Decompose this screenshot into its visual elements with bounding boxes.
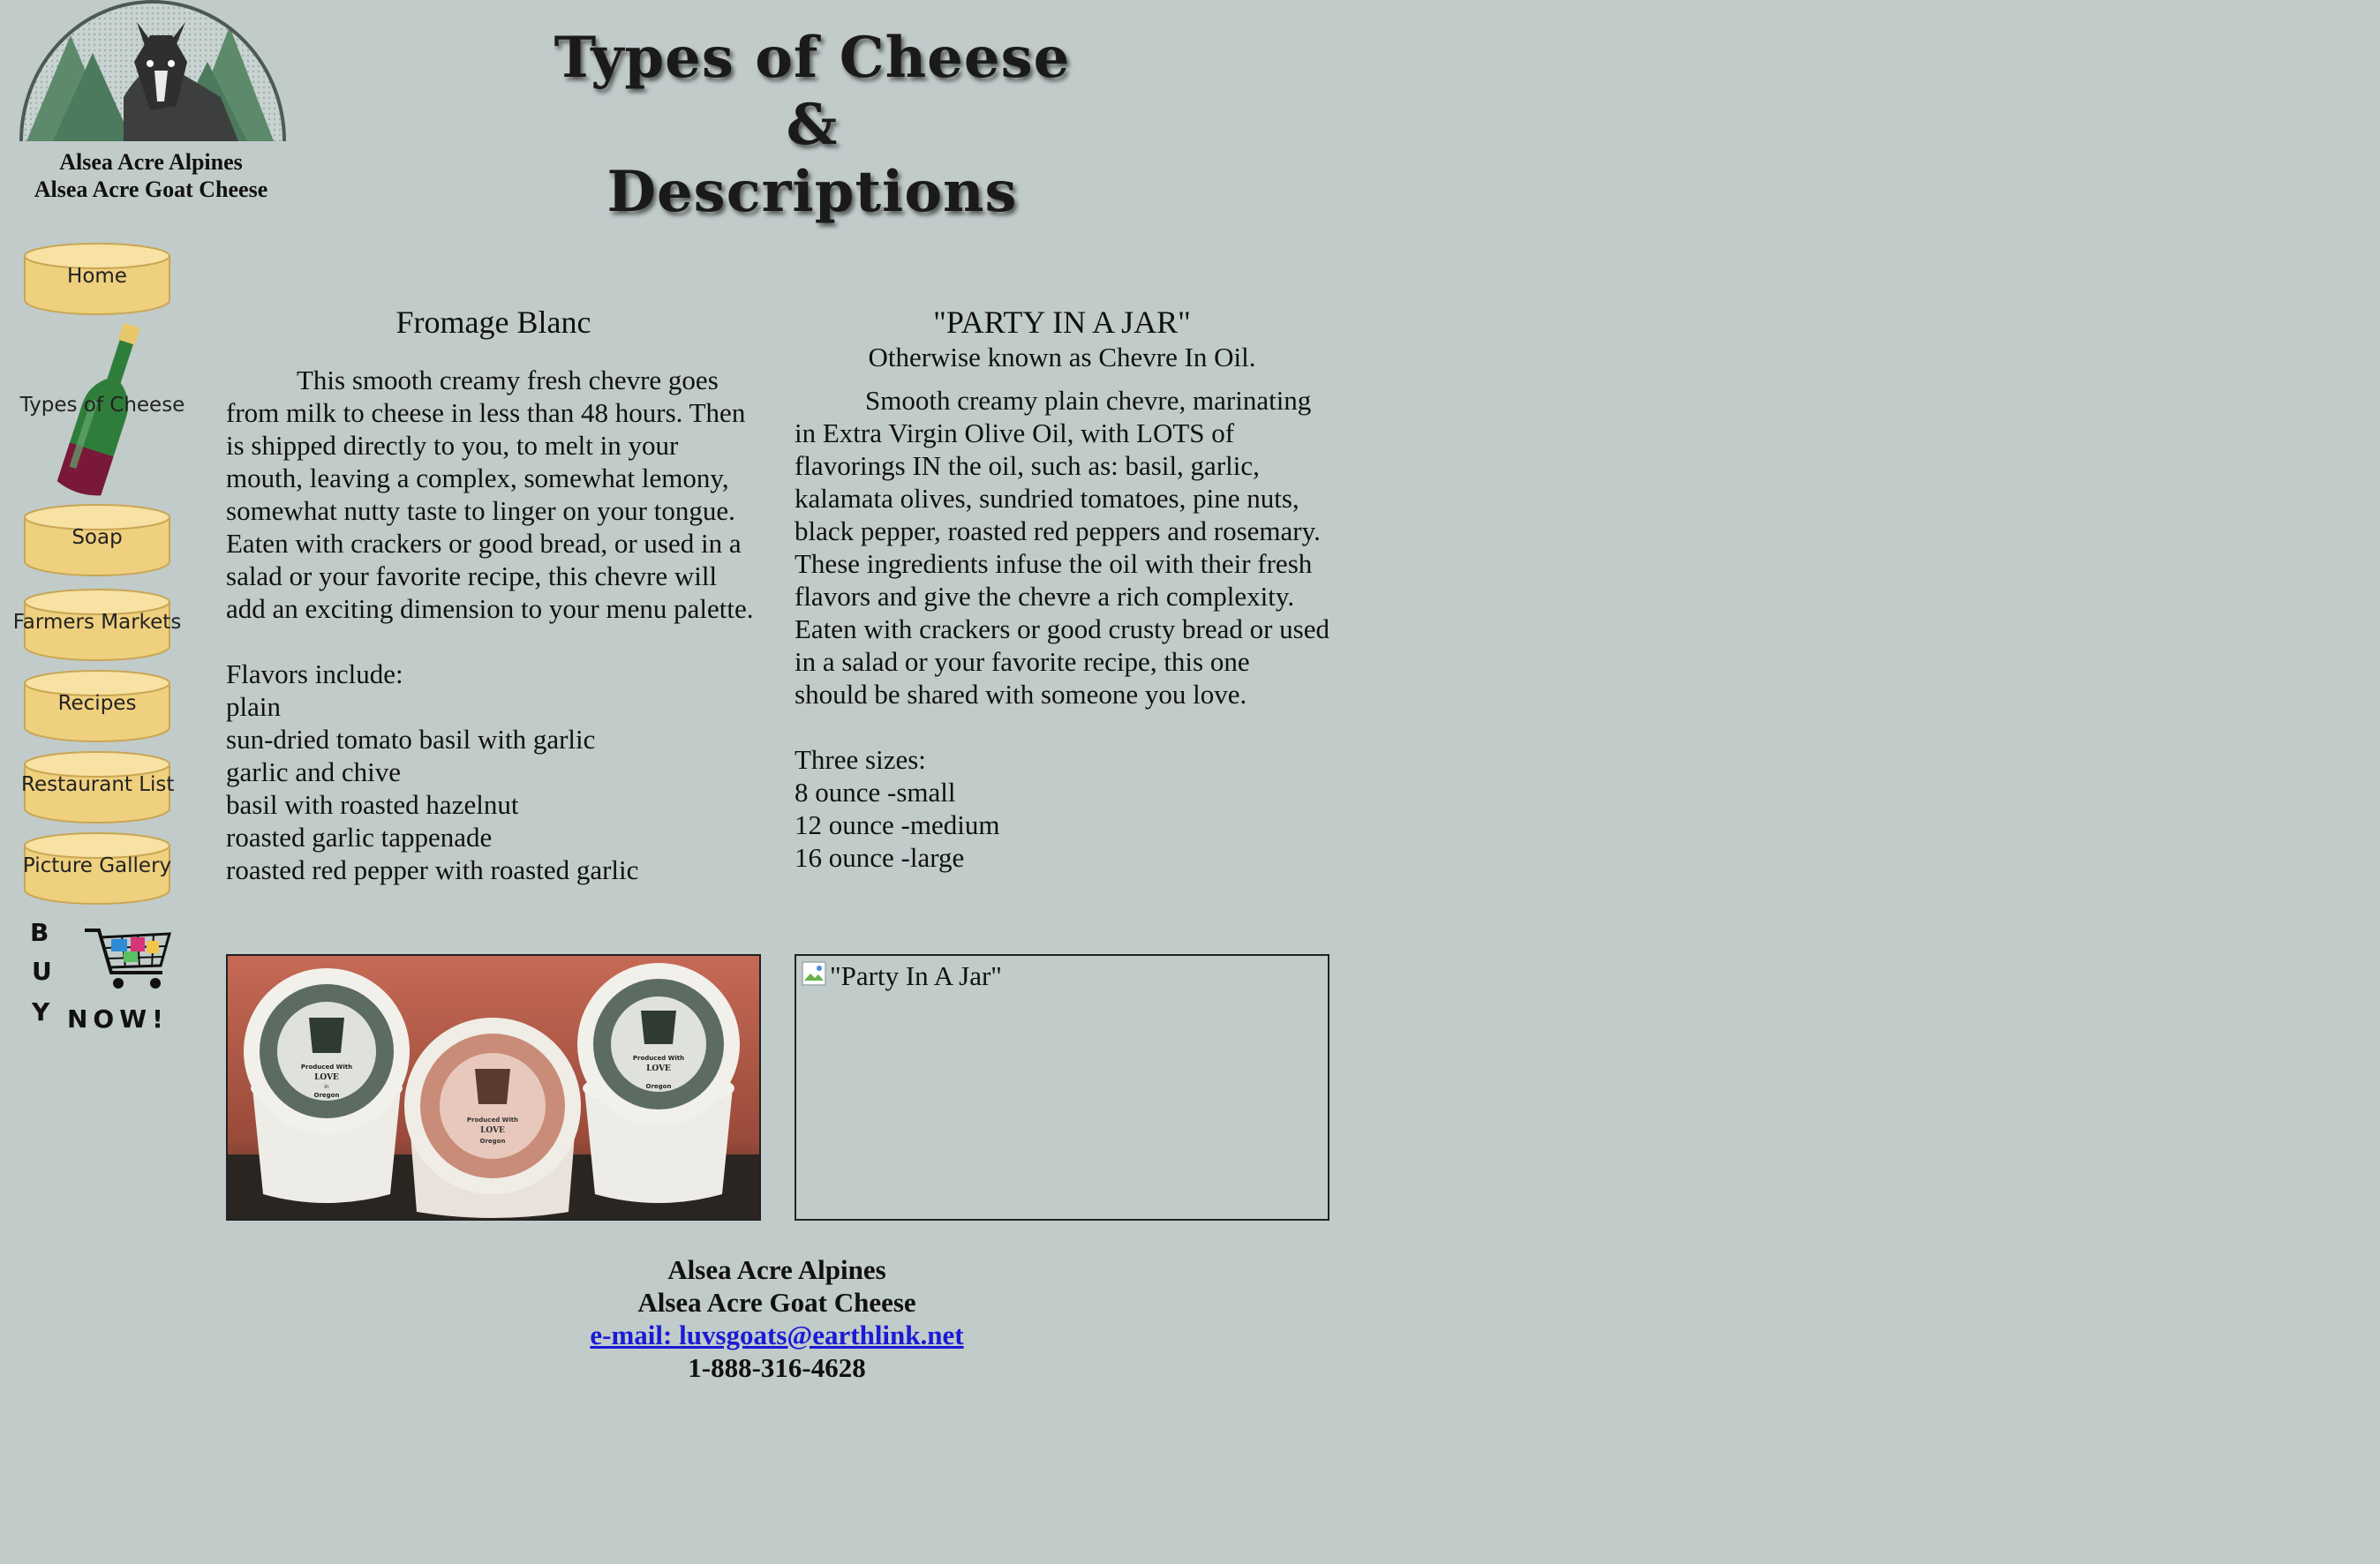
nav-soap-button[interactable]: Soap: [21, 501, 173, 581]
party-in-a-jar-subheading: Otherwise known as Chevre In Oil.: [868, 342, 1256, 372]
party-in-a-jar-description: Smooth creamy plain chevre, marinating i…: [795, 385, 1329, 710]
fromage-blanc-heading: Fromage Blanc: [395, 305, 591, 340]
footer-subbrand: Alsea Acre Goat Cheese: [637, 1287, 916, 1318]
jar-label-text: Oregon: [480, 1138, 506, 1145]
nav-recipes-label: Recipes: [57, 692, 137, 715]
sizes-heading: Three sizes:: [795, 744, 926, 775]
buy-now-button[interactable]: B U Y NOW!: [23, 918, 182, 1040]
party-in-a-jar-heading: "PARTY IN A JAR": [933, 305, 1191, 340]
nav-types-of-cheese-label: Types of Cheese: [19, 394, 185, 417]
list-item: plain: [226, 691, 281, 722]
buy-letter-b: B: [30, 918, 49, 947]
fromage-blanc-description: This smooth creamy fresh chevre goes fro…: [226, 365, 754, 624]
nav-picture-gallery-label: Picture Gallery: [22, 854, 172, 877]
buy-letter-y: Y: [32, 997, 50, 1026]
list-item: garlic and chive: [226, 756, 401, 787]
jar-label-text: Oregon: [314, 1092, 340, 1099]
list-item: sun-dried tomato basil with garlic: [226, 724, 596, 755]
cheese-tubs-image: Produced With LOVE in Oregon Produced Wi…: [228, 956, 759, 1219]
goat-logo-icon: [19, 0, 286, 142]
flavors-heading: Flavors include:: [226, 658, 403, 689]
jar-label-text: in: [324, 1084, 329, 1090]
list-item: 16 ounce -large: [795, 842, 965, 873]
nav-home-button[interactable]: Home: [21, 240, 173, 320]
jar-label-text: LOVE: [314, 1073, 339, 1082]
sizes-list: 8 ounce -small 12 ounce -medium 16 ounce…: [795, 776, 1329, 874]
fromage-blanc-photo: Produced With LOVE in Oregon Produced Wi…: [226, 954, 761, 1221]
brand-block: Alsea Acre Alpines Alsea Acre Goat Chees…: [0, 148, 302, 203]
list-item: roasted garlic tappenade: [226, 822, 493, 853]
nav-farmers-markets-label: Farmers Markets: [12, 611, 182, 634]
party-in-a-jar-section: "PARTY IN A JAR" Otherwise known as Chev…: [795, 304, 1329, 874]
nav-restaurant-list-label: Restaurant List: [21, 773, 175, 796]
jar-label-text: Produced With: [301, 1064, 352, 1071]
page-title: Types of Cheese & Descriptions: [530, 25, 1095, 226]
buy-now-label: NOW!: [67, 1004, 169, 1034]
party-in-a-jar-image-alt: "Party In A Jar": [830, 960, 1002, 991]
page-title-line2: Descriptions: [606, 159, 1018, 225]
list-item: 8 ounce -small: [795, 777, 956, 808]
brand-name: Alsea Acre Alpines: [59, 149, 243, 175]
jar-label-text: Oregon: [646, 1083, 672, 1090]
fromage-blanc-section: Fromage Blanc This smooth creamy fresh c…: [226, 304, 761, 886]
nav-restaurant-list-button[interactable]: Restaurant List: [21, 748, 175, 828]
nav-soap-label: Soap: [72, 526, 123, 549]
list-item: 12 ounce -medium: [795, 809, 1000, 840]
party-in-a-jar-image: "Party In A Jar": [795, 954, 1329, 1221]
jar-label-text: Produced With: [633, 1055, 684, 1062]
email-link[interactable]: e-mail: luvsgoats@earthlink.net: [590, 1320, 963, 1350]
page-title-line1: Types of Cheese &: [554, 25, 1071, 158]
list-item: roasted red pepper with roasted garlic: [226, 854, 639, 885]
footer: Alsea Acre Alpines Alsea Acre Goat Chees…: [424, 1253, 1130, 1384]
flavors-list: plain sun-dried tomato basil with garlic…: [226, 690, 761, 886]
broken-image-icon: [802, 961, 826, 986]
page: Alsea Acre Alpines Alsea Acre Goat Chees…: [0, 0, 2380, 1564]
nav-types-of-cheese-button[interactable]: Types of Cheese: [16, 320, 189, 501]
jar-label-text: Produced With: [467, 1117, 518, 1124]
nav-picture-gallery-button[interactable]: Picture Gallery: [21, 830, 173, 909]
list-item: basil with roasted hazelnut: [226, 789, 519, 820]
jar-label-text: LOVE: [646, 1064, 671, 1073]
footer-phone: 1-888-316-4628: [688, 1352, 866, 1383]
nav-farmers-markets-button[interactable]: Farmers Markets: [12, 586, 182, 665]
nav-recipes-button[interactable]: Recipes: [21, 667, 173, 747]
shopping-cart-icon: [85, 929, 172, 989]
nav-home-label: Home: [67, 265, 127, 288]
brand-subname: Alsea Acre Goat Cheese: [34, 177, 268, 202]
buy-letter-u: U: [32, 957, 52, 986]
jar-label-text: LOVE: [480, 1126, 505, 1135]
footer-brand: Alsea Acre Alpines: [667, 1254, 886, 1285]
